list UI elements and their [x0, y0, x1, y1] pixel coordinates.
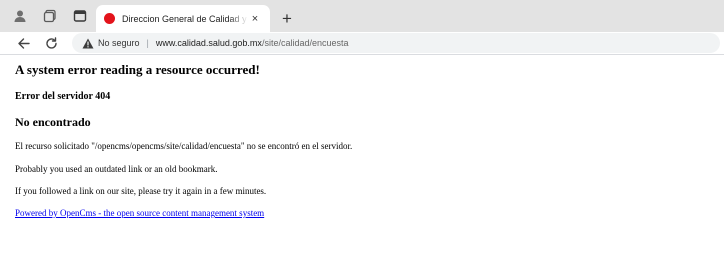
error-code: Error del servidor 404 — [15, 91, 111, 102]
address-bar[interactable]: No seguro | www.calidad.salud.gob.mx/sit… — [72, 33, 720, 53]
url-host[interactable]: www.calidad.salud.gob.mx — [156, 38, 262, 48]
tab-actions-icon[interactable] — [70, 6, 90, 26]
page-heading: A system error reading a resource occurr… — [15, 62, 260, 77]
site-favicon-icon — [104, 13, 115, 24]
hint-retry: If you followed a link on our site, plea… — [15, 186, 267, 196]
hint-outdated-link: Probably you used an outdated link or an… — [15, 164, 218, 174]
tab-title: Direccion General de Calidad y Educación… — [122, 13, 248, 24]
tab-strip-icons — [0, 0, 90, 32]
back-button[interactable] — [12, 32, 34, 54]
back-icon — [17, 37, 30, 49]
reload-button[interactable] — [40, 32, 62, 54]
active-tab[interactable]: Direccion General de Calidad y Educación… — [96, 5, 270, 32]
browser-toolbar: No seguro | www.calidad.salud.gob.mx/sit… — [0, 32, 724, 55]
warning-icon[interactable] — [82, 37, 94, 49]
security-label[interactable]: No seguro — [98, 38, 140, 48]
url-path[interactable]: /site/calidad/encuesta — [262, 38, 349, 48]
error-message: El recurso solicitado "/opencms/opencms/… — [15, 141, 353, 151]
workspaces-icon[interactable] — [40, 6, 60, 26]
profile-icon[interactable] — [10, 6, 30, 26]
tab-close-icon[interactable]: × — [248, 13, 262, 25]
not-found-heading: No encontrado — [15, 115, 91, 129]
tab-strip: Direccion General de Calidad y Educación… — [0, 0, 724, 32]
new-tab-button[interactable]: + — [274, 5, 300, 32]
reload-icon — [45, 36, 57, 49]
address-separator: | — [146, 38, 149, 48]
opencms-link[interactable]: Powered by OpenCms - the open source con… — [15, 208, 264, 218]
